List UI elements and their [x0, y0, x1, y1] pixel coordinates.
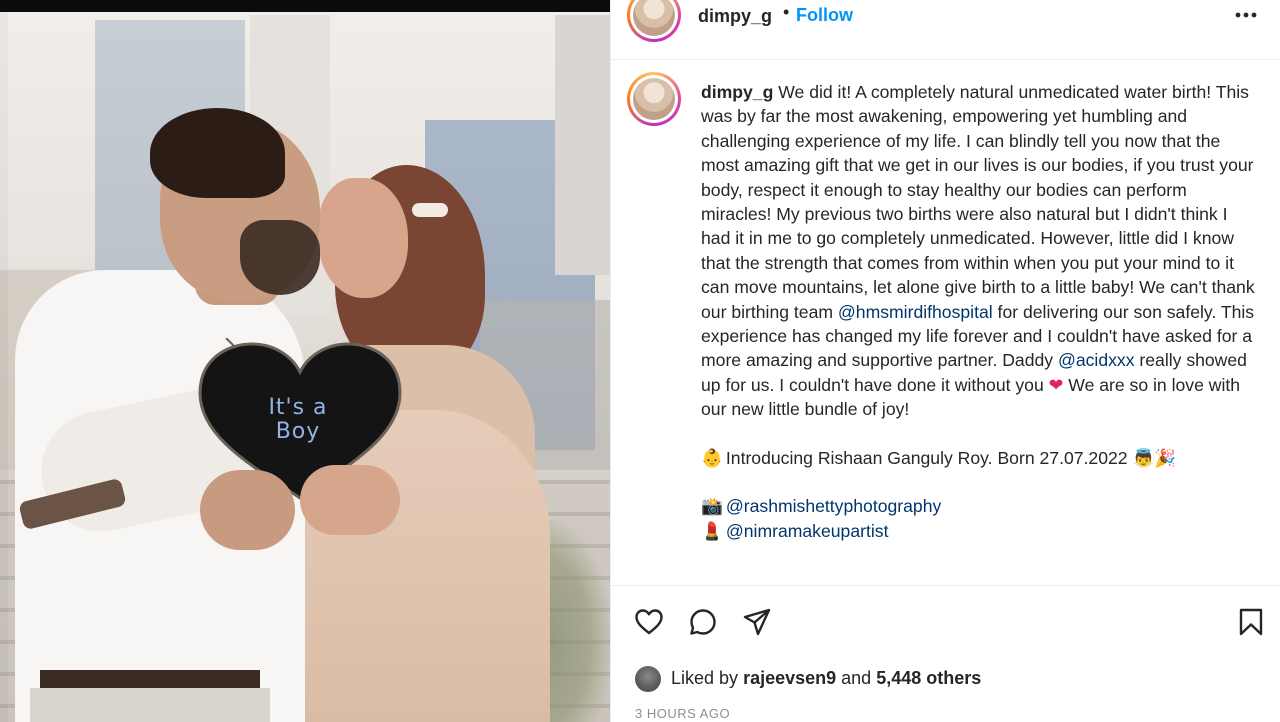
woman-hand	[300, 465, 400, 535]
mention-link[interactable]: @nimramakeupartist	[726, 521, 889, 541]
likes-middle: and	[841, 668, 872, 688]
caption-part-1: We did it! A completely natural unmedica…	[701, 82, 1255, 322]
heart-sign-text: It's a Boy	[238, 396, 358, 444]
share-icon[interactable]	[741, 606, 773, 638]
profile-avatar[interactable]	[627, 0, 681, 42]
photo-top-bar	[0, 0, 610, 12]
celebration-emoji: 👼🎉	[1132, 447, 1177, 468]
man-beard	[240, 220, 320, 295]
action-bar: Liked by rajeevsen9 and 5,448 others 3 H…	[611, 585, 1280, 722]
photo-edge	[0, 12, 8, 722]
man-hair	[150, 108, 285, 198]
likes-others-link[interactable]: 5,448 others	[876, 668, 981, 688]
baby-emoji: 👶	[701, 447, 723, 468]
liker-username[interactable]: rajeevsen9	[743, 668, 836, 688]
comment-icon[interactable]	[687, 606, 719, 638]
post-photo[interactable]: It's a Boy	[0, 0, 610, 722]
mention-link[interactable]: @acidxxx	[1058, 350, 1135, 370]
sign-line-2: Boy	[275, 419, 321, 444]
caption-username[interactable]: dimpy_g	[701, 82, 773, 102]
bookmark-icon[interactable]	[1235, 606, 1267, 638]
mention-link[interactable]: @rashmishettyphotography	[726, 496, 941, 516]
liker-avatar[interactable]	[635, 666, 661, 692]
avatar-image	[633, 78, 675, 120]
more-options-button[interactable]	[1233, 0, 1259, 32]
follow-button[interactable]: Follow	[796, 5, 853, 26]
post-timestamp[interactable]: 3 HOURS AGO	[635, 706, 730, 721]
sign-line-1: It's a	[268, 395, 328, 420]
belt	[40, 670, 260, 688]
caption-avatar[interactable]	[627, 72, 681, 126]
mention-link[interactable]: @hmsmirdifhospital	[838, 302, 993, 322]
pants	[30, 688, 270, 722]
lipstick-emoji: 💄	[701, 520, 723, 541]
post-header: dimpy_g • Follow	[611, 0, 1280, 60]
caption-text: dimpy_g We did it! A completely natural …	[701, 80, 1261, 422]
avatar-image	[633, 0, 675, 36]
credit-line: 💄 @nimramakeupartist	[701, 519, 1261, 543]
man-hand	[200, 470, 295, 550]
background-building	[555, 15, 610, 275]
separator-dot: •	[783, 2, 790, 22]
header-username[interactable]: dimpy_g	[698, 6, 772, 27]
post-side-panel: dimpy_g • Follow dimpy_g We did it! A co…	[610, 0, 1280, 722]
more-horizontal-icon	[1235, 12, 1257, 18]
credits: 📸 @rashmishettyphotography 💄 @nimramakeu…	[701, 494, 1261, 543]
introduction-text: Introducing Rishaan Ganguly Roy. Born 27…	[725, 447, 1128, 468]
woman-face	[318, 178, 408, 298]
likes-text: Liked by rajeevsen9 and 5,448 others	[671, 668, 981, 689]
likes-prefix: Liked by	[671, 668, 739, 688]
camera-emoji: 📸	[701, 496, 723, 517]
credit-line: 📸 @rashmishettyphotography	[701, 494, 1261, 518]
introduction-line: 👶 Introducing Rishaan Ganguly Roy. Born …	[701, 446, 1261, 470]
caption-area: dimpy_g We did it! A completely natural …	[701, 80, 1261, 585]
heart-icon[interactable]	[633, 606, 665, 638]
heart-emoji: ❤	[1048, 374, 1064, 395]
hair-clip	[412, 203, 448, 217]
